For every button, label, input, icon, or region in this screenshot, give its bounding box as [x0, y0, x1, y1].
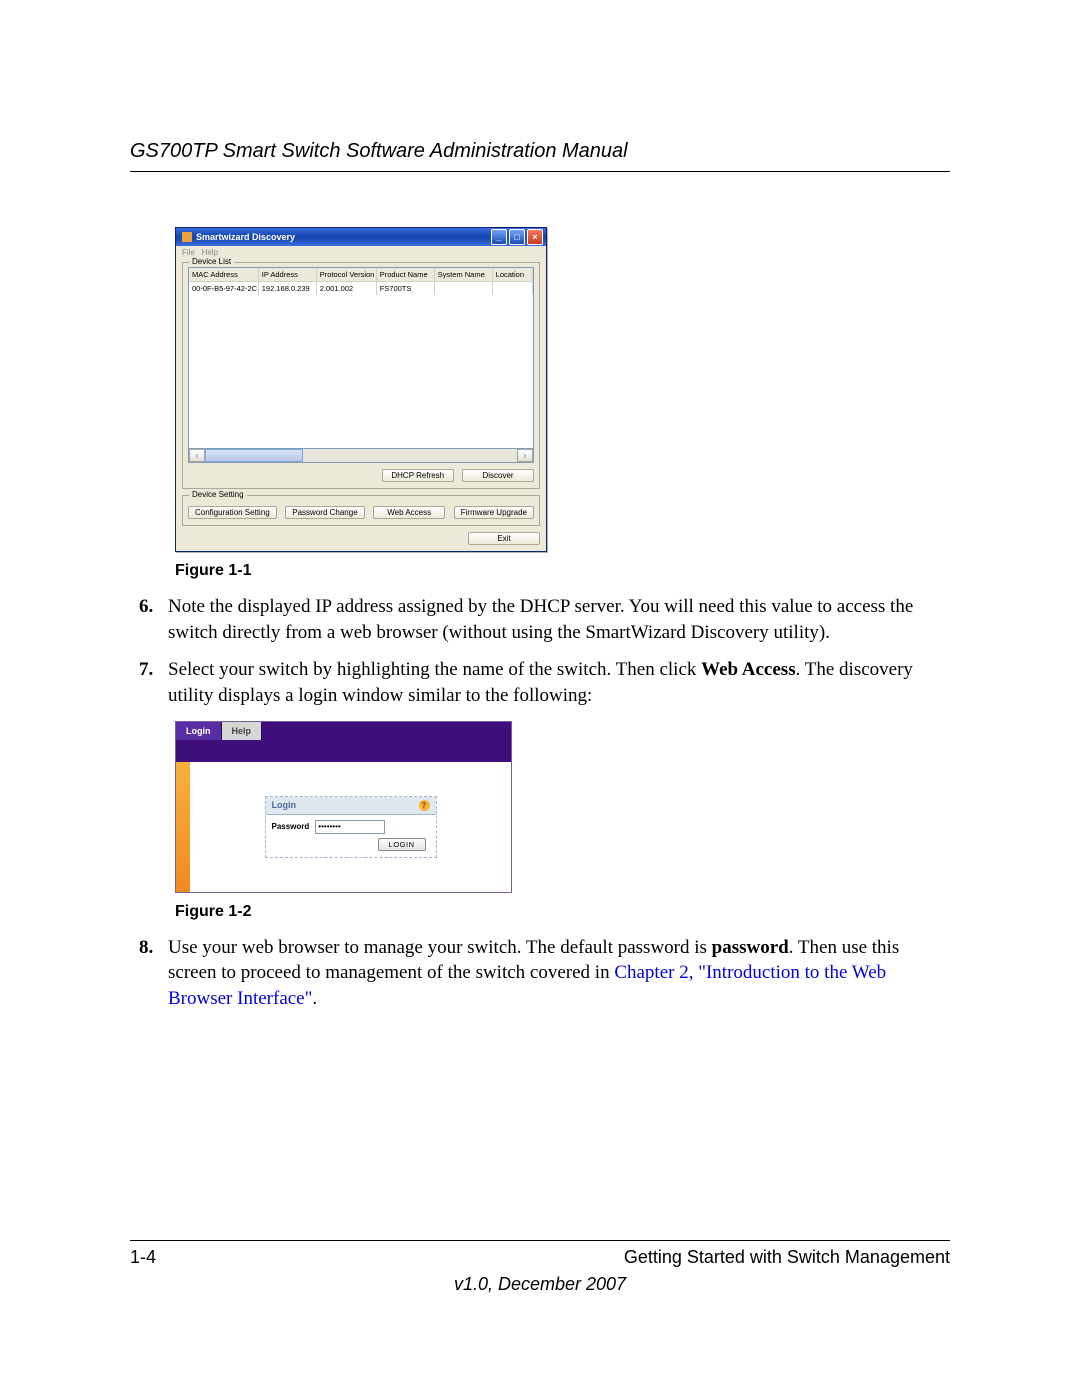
device-setting-fieldset: Device Setting Configuration Setting Pas…: [182, 495, 540, 526]
password-input[interactable]: [315, 820, 385, 834]
step-6-text: Note the displayed IP address assigned b…: [168, 596, 913, 643]
col-ip[interactable]: IP Address: [259, 268, 317, 281]
step-7-pre: Select your switch by highlighting the n…: [168, 659, 701, 680]
help-icon[interactable]: ?: [419, 800, 430, 811]
window-titlebar: Smartwizard Discovery _ □ ×: [176, 228, 546, 246]
instruction-list-2: Use your web browser to manage your swit…: [130, 935, 950, 1012]
step-6: Note the displayed IP address assigned b…: [158, 594, 950, 645]
figure-1-2: Login Help Login ? Password: [175, 721, 950, 893]
password-label: Password: [272, 822, 310, 831]
step-8-pre: Use your web browser to manage your swit…: [168, 937, 712, 958]
tab-help[interactable]: Help: [222, 722, 263, 740]
scroll-left-icon[interactable]: ‹: [189, 449, 205, 462]
device-setting-legend: Device Setting: [189, 490, 247, 499]
figure-1-1-caption: Figure 1-1: [175, 562, 950, 580]
login-button[interactable]: LOGIN: [378, 838, 426, 851]
scroll-right-icon[interactable]: ›: [517, 449, 533, 462]
figure-1-2-caption: Figure 1-2: [175, 903, 950, 921]
col-protocol[interactable]: Protocol Version: [317, 268, 377, 281]
figure-1-1: Smartwizard Discovery _ □ × File Help De…: [175, 227, 950, 552]
scroll-thumb[interactable]: [205, 449, 303, 462]
col-system[interactable]: System Name: [435, 268, 493, 281]
tab-login[interactable]: Login: [176, 722, 222, 740]
login-window: Login Help Login ? Password: [175, 721, 512, 893]
col-mac[interactable]: MAC Address: [189, 268, 259, 281]
menu-file[interactable]: File: [182, 248, 195, 257]
password-change-button[interactable]: Password Change: [285, 506, 364, 519]
page-footer: 1-4 Getting Started with Switch Manageme…: [130, 1240, 950, 1295]
window-title: Smartwizard Discovery: [196, 232, 295, 242]
cell-mac: 00-0F-B5-97-42-2C: [189, 282, 259, 295]
step-8: Use your web browser to manage your swit…: [158, 935, 950, 1012]
step-7: Select your switch by highlighting the n…: [158, 657, 950, 708]
step-8-end: .: [312, 988, 317, 1009]
menu-help[interactable]: Help: [202, 248, 218, 257]
step-8-bold: password: [712, 937, 789, 958]
exit-button[interactable]: Exit: [468, 532, 540, 545]
page-header: GS700TP Smart Switch Software Administra…: [130, 140, 950, 172]
app-icon: [182, 232, 192, 242]
firmware-upgrade-button[interactable]: Firmware Upgrade: [454, 506, 534, 519]
version-line: v1.0, December 2007: [130, 1274, 950, 1295]
login-sidebar: [176, 762, 190, 892]
login-panel: Login ? Password LOGIN: [265, 796, 437, 858]
col-location[interactable]: Location: [493, 268, 533, 281]
device-list-legend: Device List: [189, 257, 234, 266]
maximize-icon[interactable]: □: [509, 229, 525, 245]
col-product[interactable]: Product Name: [377, 268, 435, 281]
section-title: Getting Started with Switch Management: [624, 1247, 950, 1268]
configuration-setting-button[interactable]: Configuration Setting: [188, 506, 277, 519]
cell-product: FS700TS: [377, 282, 435, 295]
close-icon[interactable]: ×: [527, 229, 543, 245]
minimize-icon[interactable]: _: [491, 229, 507, 245]
table-row[interactable]: 00-0F-B5-97-42-2C 192.168.0.239 2.001.00…: [189, 282, 533, 295]
cell-location: [493, 282, 533, 295]
login-panel-title: Login: [272, 800, 297, 810]
login-strip: [176, 740, 511, 762]
discover-button[interactable]: Discover: [462, 469, 534, 482]
cell-ip: 192.168.0.239: [259, 282, 317, 295]
cell-system: [435, 282, 493, 295]
list-header: MAC Address IP Address Protocol Version …: [189, 268, 533, 282]
device-list-fieldset: Device List MAC Address IP Address Proto…: [182, 262, 540, 489]
cell-protocol: 2.001.002: [317, 282, 377, 295]
page-number: 1-4: [130, 1247, 156, 1268]
login-tabs: Login Help: [176, 722, 511, 740]
dhcp-refresh-button[interactable]: DHCP Refresh: [382, 469, 454, 482]
web-access-button[interactable]: Web Access: [373, 506, 445, 519]
horizontal-scrollbar[interactable]: ‹ ›: [188, 449, 534, 463]
instruction-list: Note the displayed IP address assigned b…: [130, 594, 950, 709]
device-list[interactable]: MAC Address IP Address Protocol Version …: [188, 267, 534, 449]
discovery-window: Smartwizard Discovery _ □ × File Help De…: [175, 227, 547, 552]
step-7-bold: Web Access: [701, 659, 795, 680]
